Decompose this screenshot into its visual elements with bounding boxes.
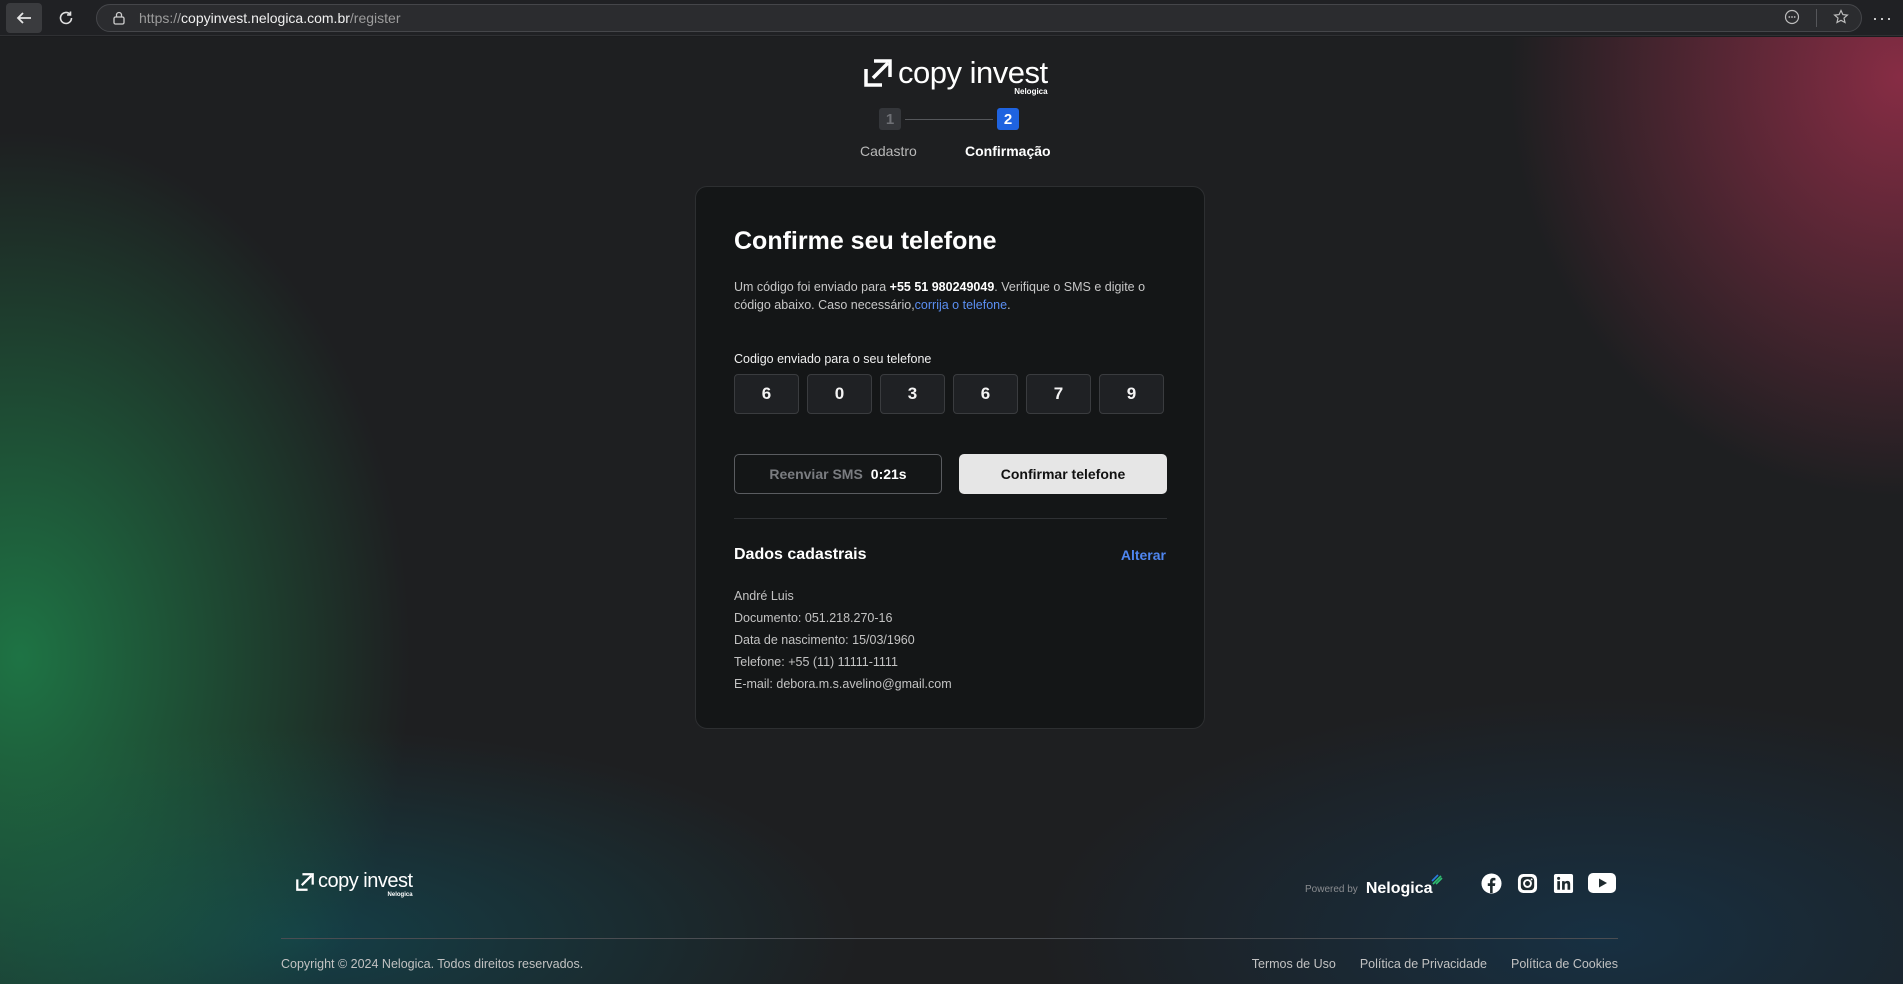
url-text: https://copyinvest.nelogica.com.br/regis… [139,10,401,26]
lock-icon [113,11,125,25]
terms-of-use-link[interactable]: Termos de Uso [1252,957,1336,971]
social-links [1480,872,1616,894]
confirm-phone-button[interactable]: Confirmar telefone [959,454,1167,494]
footer-logo-sub: Nelogica [387,892,413,898]
phone-confirmation-card: Confirme seu telefone Um código foi envi… [695,186,1205,729]
copy-invest-logo[interactable]: copy invest Nelogica [864,55,1048,96]
browser-toolbar: https://copyinvest.nelogica.com.br/regis… [0,0,1903,36]
reload-icon[interactable] [48,3,84,33]
address-bar[interactable]: https://copyinvest.nelogica.com.br/regis… [96,4,1862,32]
resend-timer: 0:21s [870,466,907,482]
favorite-star-icon[interactable] [1833,9,1849,29]
logo-wordmark: copy invest [898,55,1048,90]
step-2-label: Confirmação [965,143,1051,159]
instagram-icon[interactable] [1516,872,1538,894]
correct-phone-link[interactable]: corrija o telefone [915,298,1007,312]
registration-stepper: 1 2 Cadastro Confirmação [850,108,1070,168]
detail-phone: Telefone: +55 (11) 11111-1111 [734,655,898,669]
powered-by-text: Powered by [1305,883,1358,895]
footer-links: Termos de Uso Política de Privacidade Po… [1252,957,1618,971]
edit-data-link[interactable]: Alterar [1121,547,1166,563]
code-digit-input[interactable]: 6 [953,374,1018,414]
registration-details: André Luis Documento: 051.218.270-16 Dat… [734,585,952,695]
youtube-icon[interactable] [1588,872,1616,894]
powered-by[interactable]: Powered by Nelogica [1305,874,1443,898]
step-connector [905,119,993,120]
nelogica-brand: Nelogica [1366,874,1443,898]
reader-mode-icon[interactable] [1784,9,1800,29]
toolbar-separator [1816,9,1817,27]
resend-sms-label: Reenviar SMS [769,466,863,482]
code-digit-input[interactable]: 9 [1099,374,1164,414]
code-label: Codigo enviado para o seu telefone [734,352,932,366]
registration-data-title: Dados cadastrais [734,546,867,563]
step-1-number: 1 [879,108,901,130]
resend-sms-button[interactable]: Reenviar SMS 0:21s [734,454,942,494]
detail-document: Documento: 051.218.270-16 [734,611,893,625]
nelogica-spark-icon [1430,874,1443,885]
card-description: Um código foi enviado para +55 51 980249… [734,280,1146,312]
logo-sub: Nelogica [1014,87,1048,96]
browser-menu-icon[interactable]: ··· [1872,8,1893,29]
code-digit-input[interactable]: 7 [1026,374,1091,414]
facebook-icon[interactable] [1480,872,1502,894]
phone-number: +55 51 980249049 [889,280,995,294]
card-title: Confirme seu telefone [734,227,997,255]
detail-birthdate: Data de nascimento: 15/03/1960 [734,633,915,647]
detail-email: E-mail: debora.m.s.avelino@gmail.com [734,677,952,691]
footer-logo-mark-icon [296,872,314,891]
detail-name: André Luis [734,589,794,603]
card-divider [734,518,1167,519]
back-arrow-icon[interactable] [6,2,42,33]
step-1-label: Cadastro [860,143,917,159]
privacy-policy-link[interactable]: Política de Privacidade [1360,957,1487,971]
copy-invest-logo-mark-icon [864,59,892,87]
cookie-policy-link[interactable]: Política de Cookies [1511,957,1618,971]
code-digit-input[interactable]: 0 [807,374,872,414]
code-digit-input[interactable]: 6 [734,374,799,414]
copyright-text: Copyright © 2024 Nelogica. Todos direito… [281,957,584,971]
footer-divider [281,938,1618,939]
footer-copy-invest-logo[interactable]: copy invest Nelogica [296,870,413,898]
linkedin-icon[interactable] [1552,872,1574,894]
step-2-number: 2 [997,108,1019,130]
code-input-group: 6 0 3 6 7 9 [734,374,1164,414]
code-digit-input[interactable]: 3 [880,374,945,414]
footer-logo-wordmark: copy invest [318,870,413,892]
